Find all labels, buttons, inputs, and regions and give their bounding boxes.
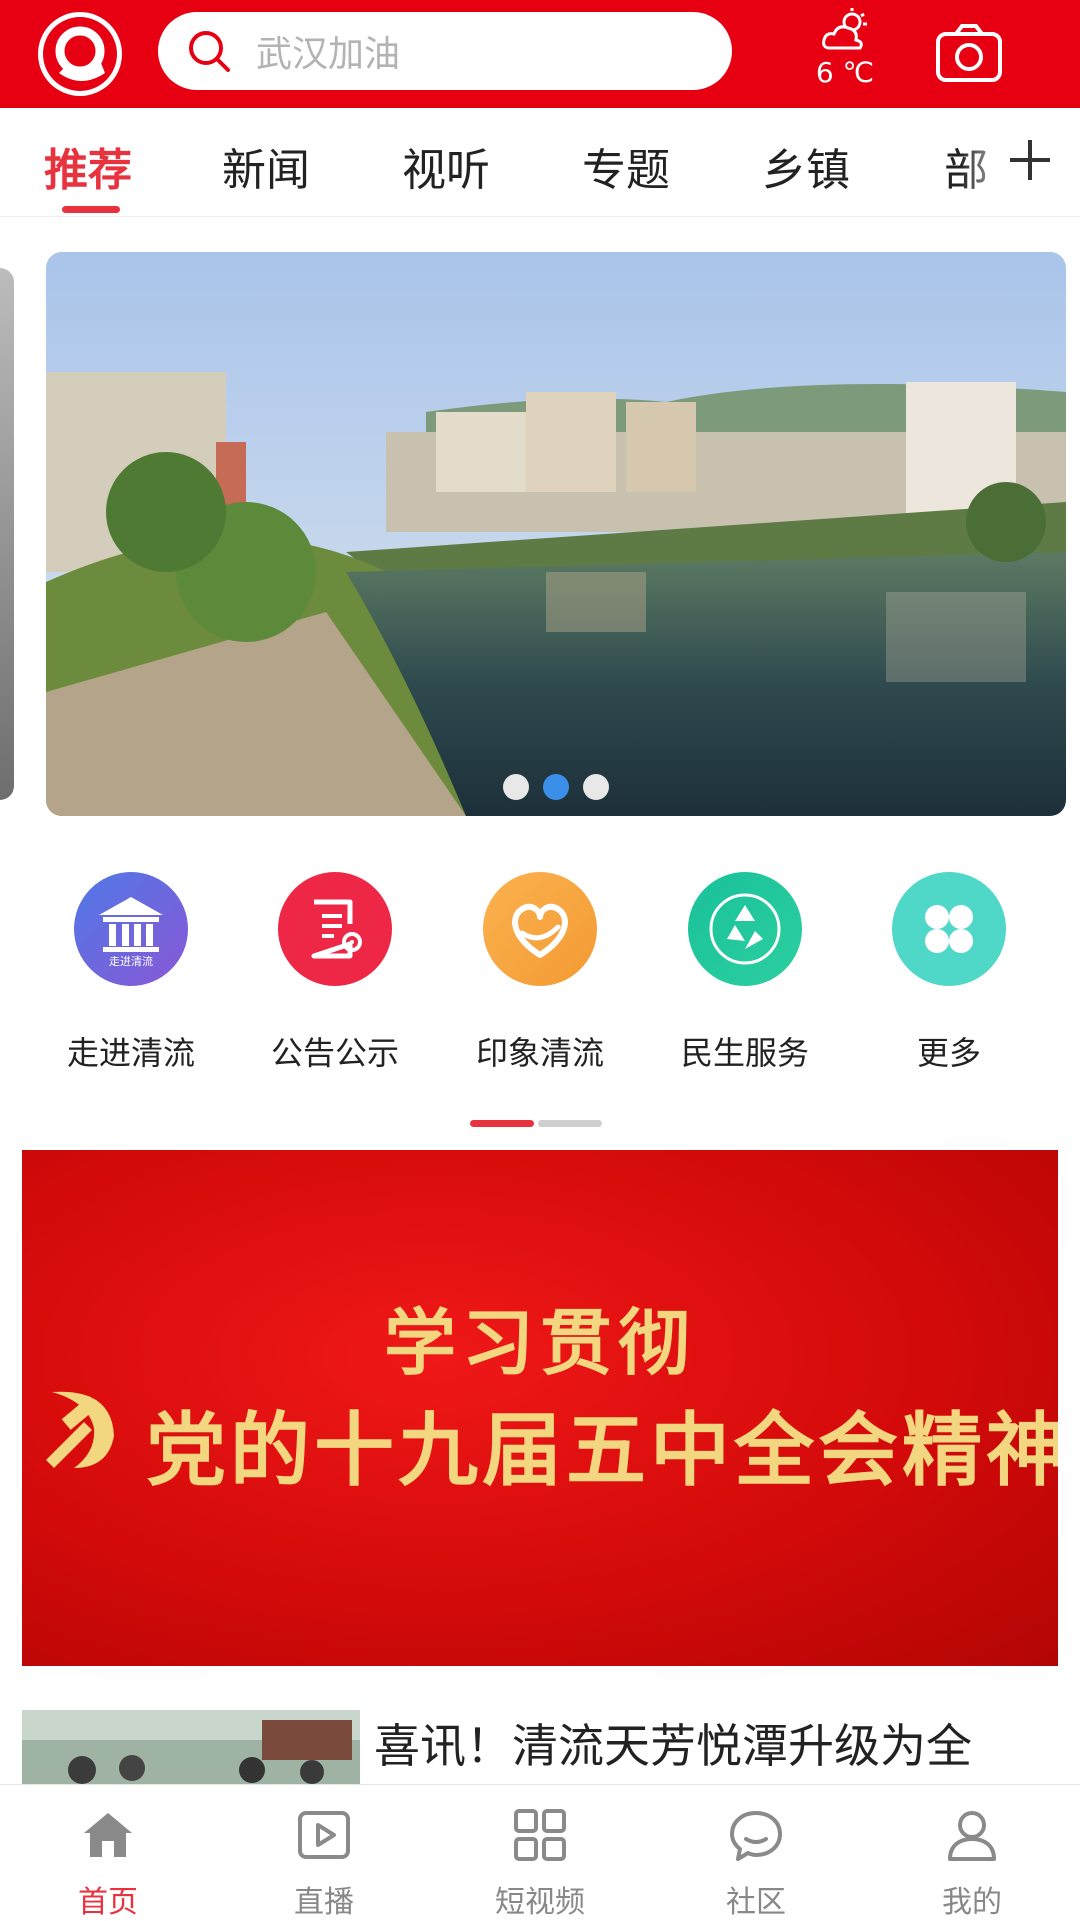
museum-icon: 走进清流 xyxy=(74,872,188,986)
play-icon xyxy=(298,1811,350,1859)
tab-recommend[interactable]: 推荐 xyxy=(44,134,132,198)
weather-temperature: 6 ℃ xyxy=(815,56,875,89)
search-icon xyxy=(189,31,230,72)
quick-link-label: 民生服务 xyxy=(680,1034,809,1072)
pager-segment-active xyxy=(470,1120,534,1127)
banner-carousel[interactable] xyxy=(46,252,1066,816)
nav-short-video[interactable]: 短视频 xyxy=(432,1807,648,1921)
banner-river-town-image xyxy=(46,252,1066,816)
weather-widget[interactable]: 6 ℃ xyxy=(810,6,880,102)
quick-link-label: 印象清流 xyxy=(475,1034,604,1072)
search-placeholder: 武汉加油 xyxy=(256,34,401,75)
nav-label: 首页 xyxy=(78,1885,138,1920)
news-thumbnail xyxy=(22,1710,360,1784)
quick-link-label: 公告公示 xyxy=(270,1034,399,1072)
logo-icon xyxy=(43,17,117,91)
category-tabs: 推荐 新闻 视听 专题 乡镇 部 xyxy=(0,108,1080,217)
recycle-icon xyxy=(688,872,802,986)
nav-label: 社区 xyxy=(726,1885,786,1920)
tab-topics[interactable]: 专题 xyxy=(582,134,670,198)
carousel-dot-active[interactable] xyxy=(543,774,569,800)
carousel-dot[interactable] xyxy=(583,774,609,800)
heart-icon xyxy=(483,872,597,986)
app-logo[interactable] xyxy=(38,12,122,96)
quick-link-services[interactable]: 民生服务 xyxy=(655,872,835,1074)
previous-slide-peek[interactable] xyxy=(0,268,14,800)
carousel-indicators xyxy=(46,774,1066,800)
nav-profile[interactable]: 我的 xyxy=(864,1807,1080,1921)
quick-links-pager xyxy=(470,1120,602,1127)
tab-towns[interactable]: 乡镇 xyxy=(762,134,850,198)
nav-label: 我的 xyxy=(942,1885,1002,1920)
document-icon xyxy=(278,872,392,986)
user-icon xyxy=(948,1811,996,1861)
promo-line-1: 学习贯彻 xyxy=(383,1300,696,1385)
news-title: 喜讯！清流天芳悦潭升级为全 xyxy=(374,1719,972,1773)
nav-label: 直播 xyxy=(294,1885,354,1920)
nav-label: 短视频 xyxy=(495,1885,585,1920)
home-icon xyxy=(84,1813,132,1857)
nav-home[interactable]: 首页 xyxy=(0,1807,216,1921)
pager-segment xyxy=(538,1120,602,1127)
sun-cloud-icon xyxy=(822,8,867,50)
promo-banner[interactable]: 学习贯彻 党的十九届五中全会精神 xyxy=(22,1150,1058,1666)
tab-audio-video[interactable]: 视听 xyxy=(402,134,490,198)
quick-link-more[interactable]: 更多 xyxy=(859,872,1039,1074)
chat-icon xyxy=(730,1811,782,1861)
quick-link-announcements[interactable]: 公告公示 xyxy=(245,872,425,1074)
camera-icon[interactable] xyxy=(934,18,1004,88)
quick-link-impressions[interactable]: 印象清流 xyxy=(450,872,630,1074)
grid-icon xyxy=(892,872,1006,986)
app-header: 武汉加油 6 ℃ xyxy=(0,0,1080,108)
nav-community[interactable]: 社区 xyxy=(648,1807,864,1921)
quick-links: 走进清流 走进清流 公告公示 印象清流 民生服务 更多 xyxy=(0,872,1080,1072)
grid-icon xyxy=(514,1809,566,1861)
add-tab-icon[interactable] xyxy=(1006,136,1054,184)
promo-line-2: 党的十九届五中全会精神 xyxy=(146,1403,1058,1497)
quick-link-intro[interactable]: 走进清流 走进清流 xyxy=(41,872,221,1074)
bottom-navigation: 首页 直播 短视频 社区 我的 xyxy=(0,1784,1080,1921)
search-bar[interactable]: 武汉加油 xyxy=(158,12,732,90)
active-tab-indicator xyxy=(62,206,120,213)
news-list-item[interactable]: 喜讯！清流天芳悦潭升级为全 xyxy=(22,1710,1058,1784)
svg-text:走进清流: 走进清流 xyxy=(109,954,153,968)
quick-link-label: 更多 xyxy=(916,1034,981,1072)
nav-live[interactable]: 直播 xyxy=(216,1807,432,1921)
tab-news[interactable]: 新闻 xyxy=(222,134,310,198)
quick-link-label: 走进清流 xyxy=(66,1034,195,1072)
carousel-dot[interactable] xyxy=(503,774,529,800)
